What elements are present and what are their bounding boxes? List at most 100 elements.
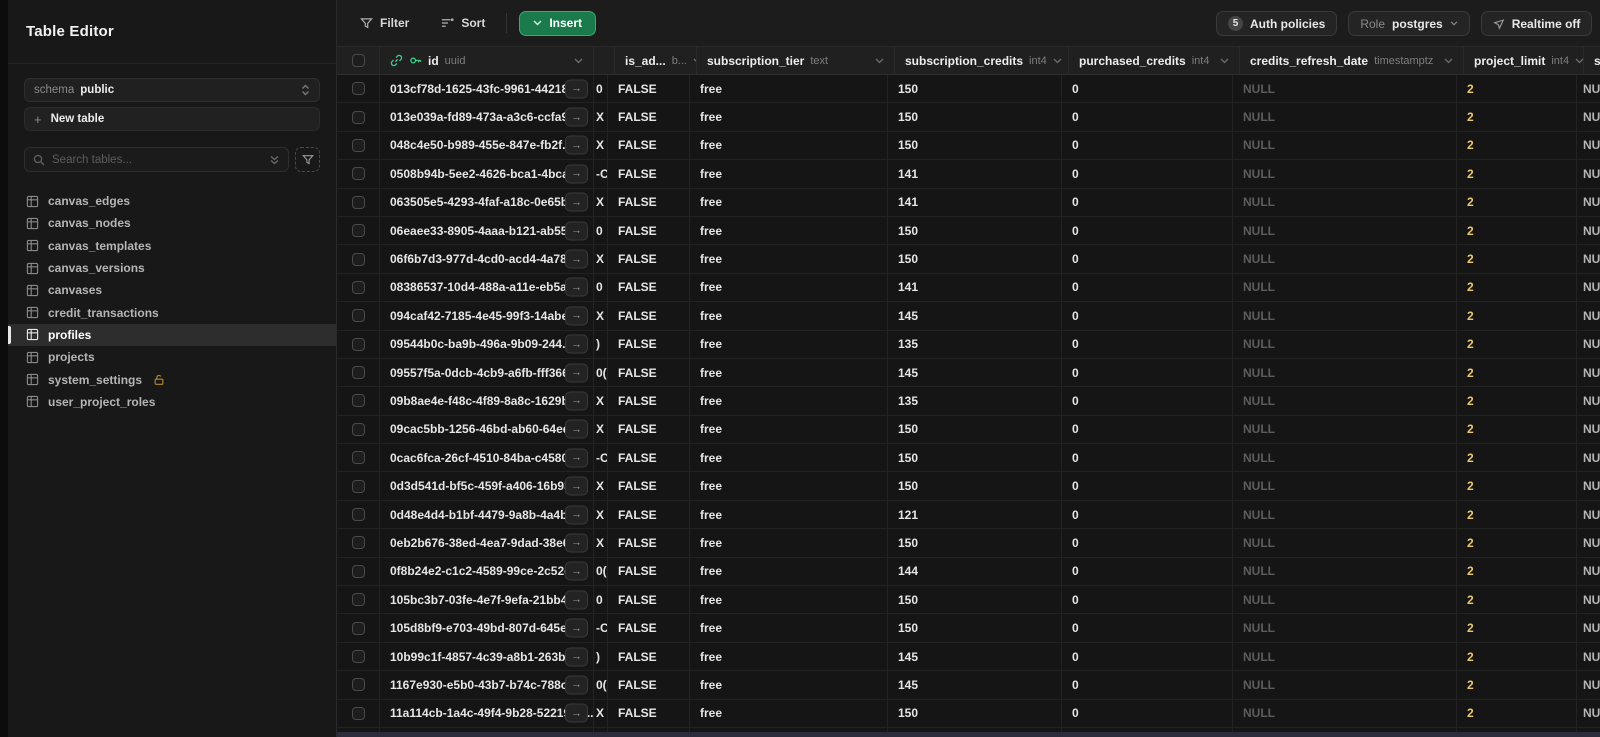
cell-limit[interactable]: 2 xyxy=(1457,699,1577,727)
cell-id[interactable]: 11a114cb-1a4c-49f4-9b28-52219ec... → xyxy=(380,699,594,727)
row-checkbox[interactable] xyxy=(351,564,365,578)
chevron-down-icon[interactable] xyxy=(1220,58,1229,64)
expand-row-button[interactable]: → xyxy=(565,675,588,695)
row-checkbox[interactable] xyxy=(351,280,365,294)
cell-id[interactable]: 0f8b24e2-c1c2-4589-99ce-2c52d... → xyxy=(380,557,594,586)
cell-last[interactable]: NULL xyxy=(1577,245,1600,272)
cell-purchased[interactable]: 0 xyxy=(1062,160,1233,188)
expand-row-button[interactable]: → xyxy=(565,590,588,610)
cell-is_admin[interactable]: FALSE xyxy=(608,216,690,245)
cell-id[interactable]: 09cac5bb-1256-46bd-ab60-64ed... → xyxy=(380,415,594,444)
cell-tier[interactable]: free xyxy=(690,330,888,358)
cell-clip[interactable]: -C xyxy=(594,160,608,188)
cell-last[interactable]: NULL xyxy=(1577,189,1600,216)
expand-row-button[interactable]: → xyxy=(565,135,588,155)
cell-limit[interactable]: 2 xyxy=(1457,160,1577,188)
expand-row-button[interactable]: → xyxy=(565,164,588,184)
expand-row-button[interactable]: → xyxy=(565,334,588,354)
cell-id[interactable]: 0d3d541d-bf5c-459f-a406-16b93... → xyxy=(380,472,594,500)
sort-button[interactable]: Sort xyxy=(432,11,494,35)
cell-is_admin[interactable]: FALSE xyxy=(608,103,690,131)
sidebar-filter-button[interactable] xyxy=(295,147,320,172)
cell-sub_credits[interactable]: 150 xyxy=(888,614,1062,642)
cell-refresh[interactable]: NULL xyxy=(1233,415,1457,444)
cell-is_admin[interactable]: FALSE xyxy=(608,415,690,444)
expand-row-button[interactable]: → xyxy=(565,391,588,411)
sidebar-item-canvas_templates[interactable]: canvas_templates xyxy=(8,235,336,257)
cell-tier[interactable]: free xyxy=(690,302,888,330)
cell-refresh[interactable]: NULL xyxy=(1233,160,1457,188)
cell-refresh[interactable]: NULL xyxy=(1233,330,1457,358)
cell-sub_credits[interactable]: 145 xyxy=(888,671,1062,699)
cell-limit[interactable]: 2 xyxy=(1457,302,1577,330)
cell-limit[interactable]: 2 xyxy=(1457,557,1577,586)
cell-id[interactable]: 06f6b7d3-977d-4cd0-acd4-4a78... → xyxy=(380,245,594,273)
chevron-down-icon[interactable] xyxy=(1444,58,1453,64)
cell-clip[interactable]: 0( xyxy=(594,557,608,586)
column-header-credits_refresh_date[interactable]: credits_refresh_date timestamptz xyxy=(1240,47,1464,74)
cell-clip[interactable]: -C xyxy=(594,614,608,642)
cell-id[interactable]: 0eb2b676-38ed-4ea7-9dad-38e6... → xyxy=(380,529,594,557)
cell-is_admin[interactable]: FALSE xyxy=(608,699,690,727)
cell-limit[interactable]: 2 xyxy=(1457,671,1577,699)
cell-sub_credits[interactable]: 145 xyxy=(888,358,1062,387)
sidebar-item-canvases[interactable]: canvases xyxy=(8,279,336,301)
row-checkbox[interactable] xyxy=(351,138,365,152)
cell-sub_credits[interactable]: 145 xyxy=(888,302,1062,330)
new-table-button[interactable]: + New table xyxy=(24,107,320,131)
column-header-su[interactable]: su xyxy=(1584,47,1600,74)
row-checkbox[interactable] xyxy=(351,479,365,493)
cell-id[interactable]: 0cac6fca-26cf-4510-84ba-c4580... → xyxy=(380,444,594,472)
cell-id[interactable]: 013cf78d-1625-43fc-9961-442189... → xyxy=(380,75,594,103)
cell-clip[interactable]: X xyxy=(594,103,608,131)
cell-id[interactable]: 0508b94b-5ee2-4626-bca1-4bca... → xyxy=(380,160,594,188)
cell-id[interactable]: 10b99c1f-4857-4c39-a8b1-263b8... → xyxy=(380,642,594,671)
search-input[interactable] xyxy=(52,153,262,166)
sidebar-item-canvas_nodes[interactable]: canvas_nodes xyxy=(8,212,336,234)
cell-last[interactable]: NULL xyxy=(1577,103,1600,130)
cell-purchased[interactable]: 0 xyxy=(1062,245,1233,273)
cell-tier[interactable]: free xyxy=(690,245,888,273)
cell-last[interactable]: NULL xyxy=(1577,586,1600,613)
cell-clip[interactable]: X xyxy=(594,472,608,500)
row-checkbox[interactable] xyxy=(351,337,365,351)
cell-tier[interactable]: free xyxy=(690,188,888,216)
chevron-down-icon[interactable] xyxy=(875,58,884,64)
cell-sub_credits[interactable]: 121 xyxy=(888,500,1062,529)
cell-clip[interactable]: 0 xyxy=(594,273,608,302)
cell-last[interactable]: NULL xyxy=(1577,558,1600,585)
cell-refresh[interactable]: NULL xyxy=(1233,642,1457,671)
cell-sub_credits[interactable]: 150 xyxy=(888,103,1062,131)
expand-row-button[interactable]: → xyxy=(565,561,588,581)
column-header-purchased_credits[interactable]: purchased_credits int4 xyxy=(1069,47,1240,74)
cell-purchased[interactable]: 0 xyxy=(1062,387,1233,415)
cell-is_admin[interactable]: FALSE xyxy=(608,586,690,614)
row-checkbox[interactable] xyxy=(351,621,365,635)
sidebar-item-canvas_edges[interactable]: canvas_edges xyxy=(8,190,336,212)
cell-clip[interactable]: -C xyxy=(594,444,608,472)
cell-tier[interactable]: free xyxy=(690,529,888,557)
cell-sub_credits[interactable]: 150 xyxy=(888,472,1062,500)
cell-sub_credits[interactable]: 150 xyxy=(888,699,1062,727)
cell-clip[interactable]: X xyxy=(594,245,608,273)
cell-sub_credits[interactable]: 145 xyxy=(888,642,1062,671)
cell-refresh[interactable]: NULL xyxy=(1233,302,1457,330)
cell-last[interactable]: NULL xyxy=(1577,643,1600,670)
cell-is_admin[interactable]: FALSE xyxy=(608,614,690,642)
row-checkbox[interactable] xyxy=(351,195,365,209)
cell-last[interactable]: NULL xyxy=(1577,302,1600,329)
cell-refresh[interactable]: NULL xyxy=(1233,131,1457,160)
cell-purchased[interactable]: 0 xyxy=(1062,699,1233,727)
cell-is_admin[interactable]: FALSE xyxy=(608,75,690,103)
cell-tier[interactable]: free xyxy=(690,216,888,245)
cell-is_admin[interactable]: FALSE xyxy=(608,642,690,671)
cell-sub_credits[interactable]: 150 xyxy=(888,415,1062,444)
cell-limit[interactable]: 2 xyxy=(1457,188,1577,216)
chevron-down-icon[interactable] xyxy=(1053,58,1062,64)
row-checkbox[interactable] xyxy=(351,309,365,323)
cell-tier[interactable]: free xyxy=(690,472,888,500)
cell-last[interactable]: NULL xyxy=(1577,416,1600,443)
row-checkbox[interactable] xyxy=(351,678,365,692)
cell-last[interactable]: NULL xyxy=(1577,75,1600,102)
cell-clip[interactable]: X xyxy=(594,387,608,415)
